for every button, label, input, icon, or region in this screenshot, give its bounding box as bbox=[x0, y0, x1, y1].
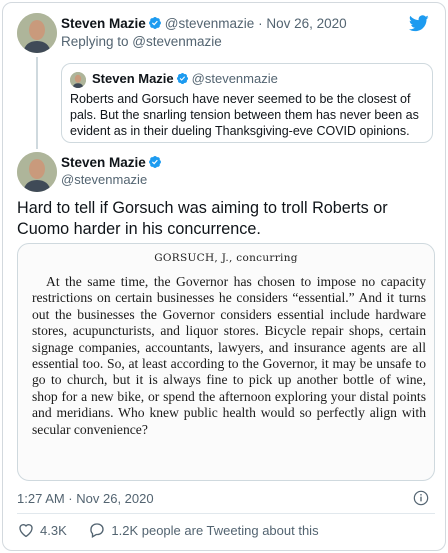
quoted-author-name: Steven Mazie bbox=[92, 71, 174, 86]
verified-badge-icon bbox=[148, 16, 162, 33]
parent-tweet-header: Steven Mazie @stevenmazie · Nov 26, 2020 bbox=[61, 16, 347, 33]
info-icon[interactable] bbox=[413, 490, 429, 511]
tweet-embed-card: Steven Mazie @stevenmazie · Nov 26, 2020 … bbox=[2, 2, 446, 551]
author-name[interactable]: Steven Mazie bbox=[61, 155, 146, 170]
tweet-text: Hard to tell if Gorsuch was aiming to tr… bbox=[17, 199, 388, 238]
heart-icon bbox=[17, 521, 35, 539]
replies-text: 1.2K people are Tweeting about this bbox=[111, 522, 319, 538]
quoted-tweet-text: Roberts and Gorsuch have never seemed to… bbox=[70, 92, 419, 138]
divider bbox=[17, 513, 435, 514]
separator-dot: · bbox=[258, 16, 263, 31]
verified-badge-icon bbox=[148, 155, 162, 172]
image-body-text: At the same time, the Governor has chose… bbox=[32, 274, 426, 437]
twitter-bird-icon[interactable] bbox=[408, 15, 429, 37]
like-count: 4.3K bbox=[40, 522, 67, 538]
verified-badge-icon bbox=[176, 72, 189, 88]
reply-bubble-icon bbox=[88, 521, 106, 539]
author-handle[interactable]: @stevenmazie bbox=[61, 172, 147, 187]
main-author-line: Steven Mazie bbox=[61, 155, 165, 172]
image-heading: GORSUCH, J., concurring bbox=[154, 252, 298, 264]
quoted-tweet[interactable]: Steven Mazie @stevenmazie Roberts and Gor… bbox=[61, 63, 433, 143]
author-handle[interactable]: @stevenmazie bbox=[165, 16, 255, 31]
avatar[interactable] bbox=[17, 152, 57, 192]
avatar[interactable] bbox=[17, 13, 57, 53]
quoted-avatar bbox=[70, 72, 86, 88]
replies-button[interactable]: 1.2K people are Tweeting about this bbox=[88, 521, 319, 539]
like-button[interactable]: 4.3K bbox=[17, 521, 67, 539]
tweet-timestamp[interactable]: 1:27 AM · Nov 26, 2020 bbox=[17, 491, 154, 506]
replying-to-label[interactable]: Replying to @stevenmazie bbox=[61, 34, 222, 49]
attached-image[interactable]: GORSUCH, J., concurring At the same time… bbox=[17, 243, 435, 481]
author-name[interactable]: Steven Mazie bbox=[61, 16, 146, 31]
thread-connector-line bbox=[36, 57, 38, 149]
tweet-actions: 4.3K 1.2K people are Tweeting about this bbox=[17, 521, 337, 542]
tweet-date[interactable]: Nov 26, 2020 bbox=[266, 16, 346, 31]
quoted-tweet-header: Steven Mazie @stevenmazie bbox=[92, 71, 278, 88]
quoted-author-handle: @stevenmazie bbox=[191, 71, 278, 86]
